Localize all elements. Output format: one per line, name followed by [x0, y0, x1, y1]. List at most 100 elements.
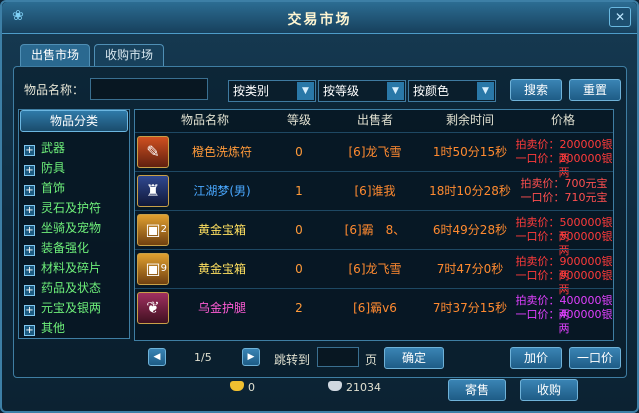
expand-icon: +: [24, 185, 35, 196]
item-name: 黄金宝箱: [197, 223, 246, 237]
expand-icon: +: [24, 325, 35, 336]
category-label: 装备强化: [41, 241, 90, 255]
seller-name: [6]龙飞雪: [348, 262, 402, 276]
seller-name: [6]谁我: [354, 184, 396, 198]
purchase-request-button[interactable]: 收购: [520, 379, 578, 401]
leg-armor-icon[interactable]: ❦: [137, 292, 169, 324]
category-jewelry[interactable]: + 首饰: [24, 179, 65, 199]
chevron-down-icon: ▼: [477, 82, 494, 100]
time-left: 6时49分28秒: [432, 223, 508, 237]
page-jump-input[interactable]: [317, 347, 359, 367]
raise-bid-button[interactable]: 加价: [510, 347, 562, 369]
triangle-left-icon: ◀: [153, 352, 161, 362]
category-weapon[interactable]: + 武器: [24, 139, 65, 159]
expand-icon: +: [24, 145, 35, 156]
scroll-icon[interactable]: ✎: [137, 136, 169, 168]
next-page-button[interactable]: ▶: [242, 348, 260, 366]
item-level: 2: [295, 301, 303, 315]
window-title: 交易市场: [287, 12, 352, 28]
silver-ingot-icon: [328, 381, 342, 391]
color-select[interactable]: 按颜色 ▼: [408, 80, 496, 102]
expand-icon: +: [24, 245, 35, 256]
tab-sell-market[interactable]: 出售市场: [20, 44, 91, 66]
category-label: 材料及碎片: [41, 261, 102, 275]
category-label: 元宝及银两: [41, 301, 102, 315]
jump-label: 跳转到: [274, 353, 311, 367]
item-level: 0: [295, 145, 303, 159]
tab-buy-market[interactable]: 收购市场: [94, 44, 165, 66]
table-row[interactable]: ♜ 江湖梦(男) 1 [6]谁我 18时10分28秒 拍卖价：700元宝 一口价：710元宝: [135, 171, 613, 209]
prev-page-button[interactable]: ◀: [148, 348, 166, 366]
page-indicator: 1/5: [194, 351, 212, 364]
item-name: 江湖梦(男): [193, 184, 251, 198]
category-header: 物品分类: [20, 110, 128, 132]
consign-sell-button[interactable]: 寄售: [448, 379, 506, 401]
time-left: 7时37分15秒: [432, 301, 508, 315]
table-row[interactable]: ✎ 橙色洗炼符 0 [6]龙飞雪 1时50分15秒 拍卖价：200000银两 一口价：200…: [135, 132, 613, 179]
category-label: 坐骑及宠物: [41, 221, 102, 235]
gold-amount: 0: [248, 381, 255, 394]
expand-icon: +: [24, 265, 35, 276]
treasure-chest-icon[interactable]: ▣ 9: [137, 253, 169, 285]
armor-icon[interactable]: ♜: [137, 175, 169, 207]
confirm-button[interactable]: 确定: [384, 347, 444, 369]
category-other[interactable]: + 其他: [24, 319, 65, 339]
item-name-input[interactable]: [90, 78, 208, 100]
level-select[interactable]: 按等级 ▼: [318, 80, 406, 102]
silver-amount: 21034: [346, 381, 381, 394]
close-button[interactable]: ✕: [609, 7, 631, 27]
type-select-value: 按类别: [233, 84, 270, 98]
header-seller: 出售者: [356, 113, 393, 127]
item-quantity: 2: [160, 224, 167, 235]
category-label: 灵石及护符: [41, 201, 102, 215]
treasure-chest-icon[interactable]: ▣ 2: [137, 214, 169, 246]
item-level: 0: [295, 262, 303, 276]
expand-icon: +: [24, 165, 35, 176]
time-left: 1时50分15秒: [432, 145, 508, 159]
expand-icon: +: [24, 285, 35, 296]
color-select-value: 按颜色: [413, 84, 450, 98]
table-row[interactable]: ❦ 乌金护腿 2 [6]霸v6 7时37分15秒 拍卖价：400000银两 一口价：4000…: [135, 288, 613, 335]
header-level: 等级: [286, 113, 311, 127]
expand-icon: +: [24, 225, 35, 236]
type-select[interactable]: 按类别 ▼: [228, 80, 316, 102]
item-name: 橙色洗炼符: [191, 145, 252, 159]
category-enhance[interactable]: + 装备强化: [24, 239, 89, 259]
category-armor[interactable]: + 防具: [24, 159, 65, 179]
trade-market-window: ❀ 交易市场 ✕ 出售市场 收购市场 物品名称： 按类别 ▼ 按等级 ▼ 按颜色…: [0, 0, 639, 413]
buyout-button[interactable]: 一口价: [569, 347, 621, 369]
item-name: 黄金宝箱: [197, 262, 246, 276]
category-gems-charms[interactable]: + 灵石及护符: [24, 199, 101, 219]
table-row[interactable]: ▣ 2 黄金宝箱 0 [6]霸 8、 6时49分28秒 拍卖价：500000银两 一口价：50…: [135, 210, 613, 257]
auction-price: 拍卖价：700元宝: [520, 177, 608, 190]
search-button[interactable]: 搜索: [510, 79, 562, 101]
chevron-down-icon: ▼: [297, 82, 314, 100]
seller-name: [6]霸v6: [353, 301, 397, 315]
header-price: 价格: [550, 113, 575, 127]
item-level: 1: [295, 184, 303, 198]
table-row[interactable]: ▣ 9 黄金宝箱 0 [6]龙飞雪 7时47分0秒 拍卖价：900000银两 一口价：9000…: [135, 249, 613, 296]
seller-name: [6]霸 8、: [344, 223, 406, 237]
category-label: 其他: [41, 321, 66, 335]
category-currency[interactable]: + 元宝及银两: [24, 299, 101, 319]
header-item-name: 物品名称: [180, 113, 229, 127]
category-potions[interactable]: + 药品及状态: [24, 279, 101, 299]
seller-name: [6]龙飞雪: [348, 145, 402, 159]
triangle-right-icon: ▶: [247, 352, 255, 362]
category-materials[interactable]: + 材料及碎片: [24, 259, 101, 279]
category-mounts-pets[interactable]: + 坐骑及宠物: [24, 219, 101, 239]
item-name: 乌金护腿: [197, 301, 246, 315]
expand-icon: +: [24, 305, 35, 316]
category-label: 武器: [41, 141, 66, 155]
category-label: 药品及状态: [41, 281, 102, 295]
item-name-label: 物品名称：: [24, 83, 85, 97]
buyout-price: 一口价：400000银两: [515, 308, 613, 335]
category-label: 防具: [41, 161, 66, 175]
gold-ingot-icon: [230, 381, 244, 391]
title-bar[interactable]: ❀ 交易市场 ✕: [2, 2, 637, 34]
reset-button[interactable]: 重置: [569, 79, 621, 101]
buyout-price: 一口价：710元宝: [520, 191, 608, 204]
close-icon: ✕: [614, 10, 626, 24]
item-quantity: 9: [160, 263, 167, 274]
header-time-left: 剩余时间: [445, 113, 494, 127]
